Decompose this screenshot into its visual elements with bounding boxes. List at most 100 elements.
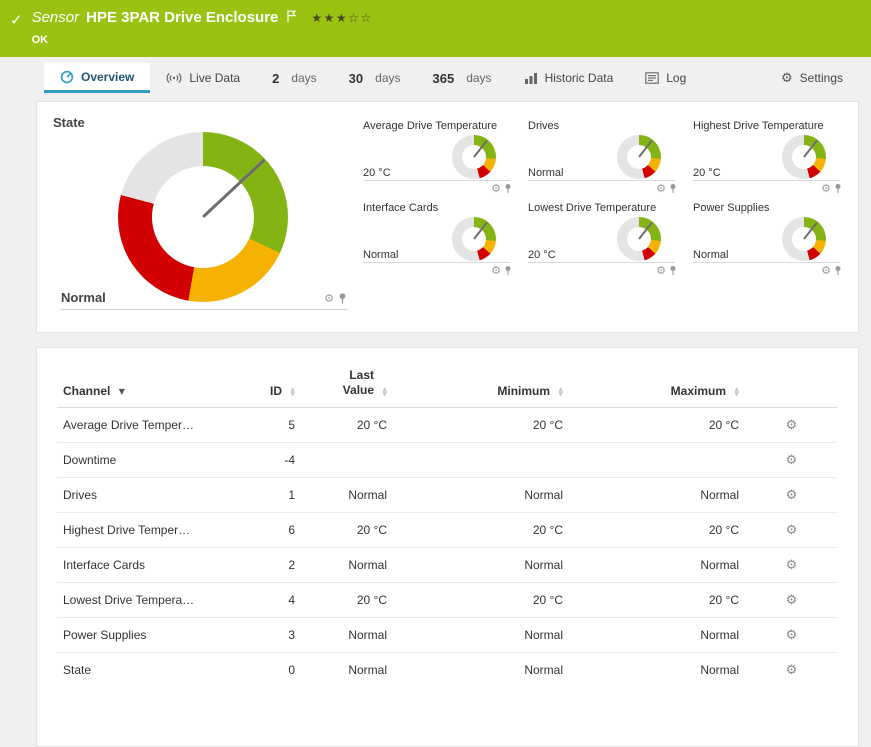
tab-log-label: Log	[666, 71, 686, 85]
sensor-header-text: Sensor HPE 3PAR Drive Enclosure ★★★☆☆ OK	[32, 9, 373, 46]
cell-last-value: Normal	[301, 478, 393, 513]
pin-icon[interactable]	[669, 183, 677, 194]
column-header-channel[interactable]: Channel ▼	[57, 352, 237, 408]
state-value: Normal	[61, 290, 106, 305]
table-row[interactable]: State 0 Normal Normal Normal ⚙	[57, 653, 838, 688]
cell-last-value	[301, 443, 393, 478]
channel-gauge-label: Highest Drive Temperature	[693, 120, 842, 132]
table-row[interactable]: Downtime -4 ⚙	[57, 443, 838, 478]
channel-gauge	[452, 135, 496, 179]
gauges-panel: State Normal ⚙ Average Drive Temperature…	[36, 101, 859, 333]
column-header-edit	[745, 352, 838, 408]
cell-channel: Interface Cards	[57, 548, 237, 583]
cell-maximum: Normal	[569, 653, 745, 688]
divider	[528, 180, 675, 181]
cell-id: 5	[237, 408, 301, 443]
tab-2-days[interactable]: 2 days	[256, 63, 333, 93]
channel-gauge-label: Lowest Drive Temperature	[528, 202, 677, 214]
channel-settings-gear-icon[interactable]: ⚙	[786, 593, 798, 608]
cell-maximum: Normal	[569, 618, 745, 653]
cell-last-value: Normal	[301, 653, 393, 688]
gauge-tile-interface-cards[interactable]: Interface Cards Normal ⚙	[363, 202, 512, 276]
sort-toggle-icon: ▲▼	[290, 387, 295, 397]
channel-settings-gear-icon[interactable]: ⚙	[786, 523, 798, 538]
channels-table-card: Channel ▼ ID ▲▼ Last Value ▲▼ Minimum ▲▼…	[36, 347, 859, 747]
table-row[interactable]: Average Drive Temper… 5 20 °C 20 °C 20 °…	[57, 408, 838, 443]
gauge-settings-gear-icon[interactable]: ⚙	[821, 265, 831, 276]
pin-icon[interactable]	[338, 292, 347, 305]
channel-gauge-value: 20 °C	[528, 249, 556, 261]
state-gauge	[118, 132, 288, 302]
tab-settings[interactable]: ⚙ Settings	[765, 63, 859, 93]
column-header-minimum[interactable]: Minimum ▲▼	[393, 352, 569, 408]
cell-channel: State	[57, 653, 237, 688]
channels-table: Channel ▼ ID ▲▼ Last Value ▲▼ Minimum ▲▼…	[57, 352, 838, 687]
channel-gauges-grid: Average Drive Temperature 20 °C ⚙ Drives…	[363, 116, 842, 318]
cell-last-value: Normal	[301, 548, 393, 583]
channel-settings-gear-icon[interactable]: ⚙	[786, 558, 798, 573]
divider	[528, 262, 675, 263]
cell-maximum: 20 °C	[569, 583, 745, 618]
tab-2-days-unit: days	[291, 71, 316, 85]
table-row[interactable]: Power Supplies 3 Normal Normal Normal ⚙	[57, 618, 838, 653]
flag-icon[interactable]	[287, 10, 296, 25]
column-header-last-value[interactable]: Last Value ▲▼	[301, 352, 393, 408]
cell-id: 2	[237, 548, 301, 583]
cell-minimum: Normal	[393, 653, 569, 688]
pin-icon[interactable]	[834, 183, 842, 194]
gauge-settings-gear-icon[interactable]: ⚙	[491, 265, 501, 276]
divider	[693, 262, 840, 263]
column-header-id[interactable]: ID ▲▼	[237, 352, 301, 408]
tab-live-data[interactable]: Live Data	[150, 63, 256, 93]
cell-channel: Drives	[57, 478, 237, 513]
live-data-icon	[166, 72, 182, 84]
pin-icon[interactable]	[834, 265, 842, 276]
tab-30-days[interactable]: 30 days	[333, 63, 417, 93]
table-row[interactable]: Drives 1 Normal Normal Normal ⚙	[57, 478, 838, 513]
gauge-settings-gear-icon[interactable]: ⚙	[656, 183, 666, 194]
gauge-tile-drives[interactable]: Drives Normal ⚙	[528, 120, 677, 194]
table-row[interactable]: Interface Cards 2 Normal Normal Normal ⚙	[57, 548, 838, 583]
gauge-tile-average-drive-temperature[interactable]: Average Drive Temperature 20 °C ⚙	[363, 120, 512, 194]
historic-data-icon	[524, 72, 538, 84]
pin-icon[interactable]	[504, 265, 512, 276]
sort-toggle-icon: ▲▼	[558, 387, 563, 397]
gauge-tile-highest-drive-temperature[interactable]: Highest Drive Temperature 20 °C ⚙	[693, 120, 842, 194]
tab-365-days-number: 365	[433, 71, 455, 86]
channel-gauge-value: Normal	[528, 167, 563, 179]
cell-last-value: 20 °C	[301, 408, 393, 443]
tab-bar: Overview Live Data 2 days 30 days 365 da…	[0, 57, 871, 93]
cell-channel: Lowest Drive Tempera…	[57, 583, 237, 618]
table-row[interactable]: Highest Drive Temper… 6 20 °C 20 °C 20 °…	[57, 513, 838, 548]
channel-settings-gear-icon[interactable]: ⚙	[786, 418, 798, 433]
channel-settings-gear-icon[interactable]: ⚙	[786, 628, 798, 643]
channel-settings-gear-icon[interactable]: ⚙	[786, 663, 798, 678]
priority-stars[interactable]: ★★★☆☆	[311, 11, 372, 25]
divider	[363, 180, 510, 181]
cell-maximum	[569, 443, 745, 478]
table-row[interactable]: Lowest Drive Tempera… 4 20 °C 20 °C 20 °…	[57, 583, 838, 618]
cell-last-value: 20 °C	[301, 513, 393, 548]
column-header-maximum[interactable]: Maximum ▲▼	[569, 352, 745, 408]
gauge-settings-gear-icon[interactable]: ⚙	[324, 293, 334, 304]
tab-overview-label: Overview	[81, 70, 134, 84]
cell-id: 1	[237, 478, 301, 513]
state-gauge-area: Normal ⚙	[53, 116, 353, 318]
pin-icon[interactable]	[669, 265, 677, 276]
tab-log[interactable]: Log	[629, 63, 702, 93]
gauge-settings-gear-icon[interactable]: ⚙	[656, 265, 666, 276]
state-value-row: Normal ⚙	[61, 290, 347, 310]
tab-365-days[interactable]: 365 days	[417, 63, 508, 93]
gauge-tile-lowest-drive-temperature[interactable]: Lowest Drive Temperature 20 °C ⚙	[528, 202, 677, 276]
gauge-settings-gear-icon[interactable]: ⚙	[491, 183, 501, 194]
channel-settings-gear-icon[interactable]: ⚙	[786, 488, 798, 503]
gauge-settings-gear-icon[interactable]: ⚙	[821, 183, 831, 194]
pin-icon[interactable]	[504, 183, 512, 194]
sort-desc-icon: ▼	[119, 387, 125, 396]
channel-gauge-value: Normal	[363, 249, 398, 261]
divider	[363, 262, 510, 263]
gauge-tile-power-supplies[interactable]: Power Supplies Normal ⚙	[693, 202, 842, 276]
tab-overview[interactable]: Overview	[44, 63, 150, 93]
channel-settings-gear-icon[interactable]: ⚙	[786, 453, 798, 468]
tab-historic-data[interactable]: Historic Data	[508, 63, 630, 93]
